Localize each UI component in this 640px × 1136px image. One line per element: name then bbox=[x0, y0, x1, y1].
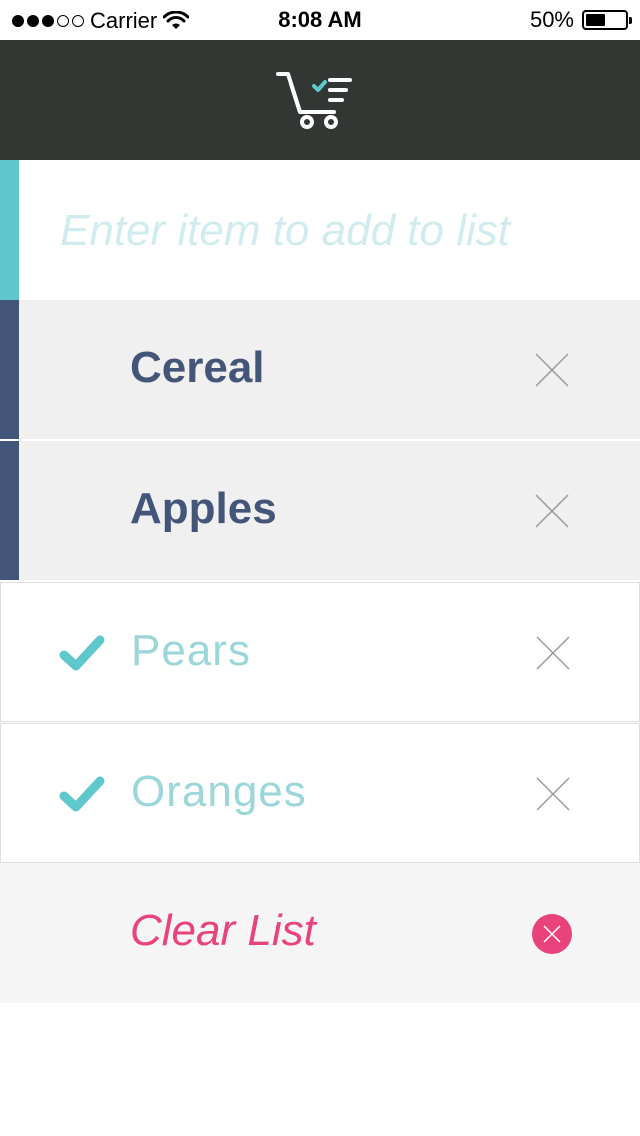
list-item[interactable]: Cereal bbox=[0, 300, 640, 440]
item-accent-bar bbox=[0, 300, 19, 439]
checkmark-icon[interactable] bbox=[59, 633, 105, 673]
list-item[interactable]: Pears bbox=[0, 582, 640, 722]
clear-list-button[interactable]: Clear List bbox=[130, 863, 316, 1003]
clear-list-icon-button[interactable] bbox=[532, 914, 572, 954]
item-label: Pears bbox=[131, 626, 251, 675]
checkmark-icon[interactable] bbox=[59, 774, 105, 814]
remove-item-icon[interactable] bbox=[533, 774, 573, 814]
remove-item-icon[interactable] bbox=[532, 350, 572, 390]
input-accent-bar bbox=[0, 160, 19, 300]
item-label: Cereal bbox=[130, 343, 265, 392]
status-bar: Carrier 8:08 AM 50% bbox=[0, 0, 640, 40]
battery-icon bbox=[582, 10, 632, 30]
list-item[interactable]: Apples bbox=[0, 441, 640, 581]
status-right: 50% bbox=[529, 7, 632, 33]
remove-item-icon[interactable] bbox=[533, 633, 573, 673]
close-circle-icon bbox=[532, 914, 572, 954]
battery-percent: 50% bbox=[529, 7, 574, 32]
app-screen: Carrier 8:08 AM 50% Enter item to add to… bbox=[0, 0, 640, 1136]
add-item-row bbox=[0, 160, 640, 300]
item-accent-bar bbox=[0, 441, 19, 580]
add-item-input[interactable] bbox=[60, 196, 620, 266]
list-item[interactable]: Oranges bbox=[0, 723, 640, 863]
remove-item-icon[interactable] bbox=[532, 491, 572, 531]
app-header bbox=[0, 40, 640, 160]
item-label: Oranges bbox=[131, 767, 307, 816]
item-label: Apples bbox=[130, 484, 277, 533]
shopping-cart-checklist-icon bbox=[276, 72, 352, 129]
